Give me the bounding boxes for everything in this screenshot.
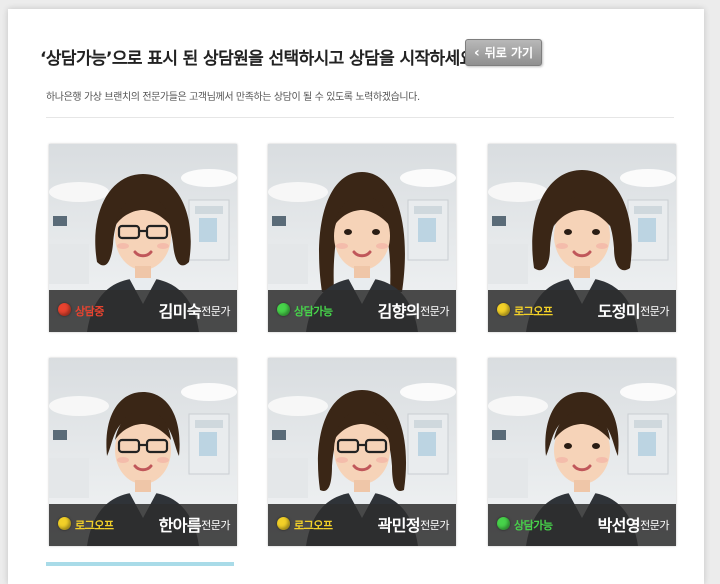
status-dot-icon — [277, 303, 290, 316]
consultant-card[interactable]: 상담중 김미숙 전문가 — [49, 144, 237, 332]
status-label: 로그오프 — [75, 519, 114, 532]
consultant-role: 전문가 — [420, 305, 449, 318]
back-button[interactable]: ‹ 뒤로 가기 — [465, 39, 542, 66]
consultant-role: 전문가 — [640, 519, 669, 532]
status-label: 상담가능 — [514, 519, 553, 532]
status-label: 로그오프 — [514, 305, 553, 318]
consultant-card[interactable]: 로그오프 도정미 전문가 — [488, 144, 676, 332]
status-label: 상담가능 — [294, 305, 333, 318]
consultant-role: 전문가 — [201, 519, 230, 532]
status-label: 로그오프 — [294, 519, 333, 532]
page-subtitle: 하나은행 가상 브랜치의 전문가들은 고객님께서 만족하는 상담이 될 수 있도… — [46, 92, 420, 103]
back-button-label: 뒤로 가기 — [484, 46, 534, 60]
consultant-info-bar: 상담가능 김향의 전문가 — [268, 290, 456, 332]
consultant-role: 전문가 — [640, 305, 669, 318]
consultant-card[interactable]: 로그오프 한아름 전문가 — [49, 358, 237, 546]
consultant-name: 김향의 — [377, 302, 421, 321]
status-dot-icon — [58, 303, 71, 316]
consultant-info-bar: 상담중 김미숙 전문가 — [49, 290, 237, 332]
consultant-name: 박선영 — [597, 516, 641, 535]
consultant-card[interactable]: 로그오프 곽민정 전문가 — [268, 358, 456, 546]
consultant-info-bar: 상담가능 박선영 전문가 — [488, 504, 676, 546]
status-label: 상담중 — [75, 305, 104, 318]
consultant-info-bar: 로그오프 곽민정 전문가 — [268, 504, 456, 546]
consultant-name: 김미숙 — [158, 302, 202, 321]
consultant-role: 전문가 — [420, 519, 449, 532]
status-dot-icon — [58, 517, 71, 530]
consultant-name: 곽민정 — [377, 516, 421, 535]
consultant-card[interactable]: 상담가능 박선영 전문가 — [488, 358, 676, 546]
consultant-card[interactable]: 상담가능 김향의 전문가 — [268, 144, 456, 332]
consultant-info-bar: 로그오프 한아름 전문가 — [49, 504, 237, 546]
consultant-info-bar: 로그오프 도정미 전문가 — [488, 290, 676, 332]
header-divider — [46, 117, 674, 118]
status-dot-icon — [497, 517, 510, 530]
scroll-indicator — [46, 562, 234, 566]
consultant-name: 한아름 — [158, 516, 202, 535]
status-dot-icon — [277, 517, 290, 530]
consultant-name: 도정미 — [597, 302, 641, 321]
status-dot-icon — [497, 303, 510, 316]
page-title: ‘상담가능’으로 표시 된 상담원을 선택하시고 상담을 시작하세요! — [40, 49, 482, 69]
consultant-role: 전문가 — [201, 305, 230, 318]
chevron-left-icon: ‹ — [473, 44, 480, 61]
